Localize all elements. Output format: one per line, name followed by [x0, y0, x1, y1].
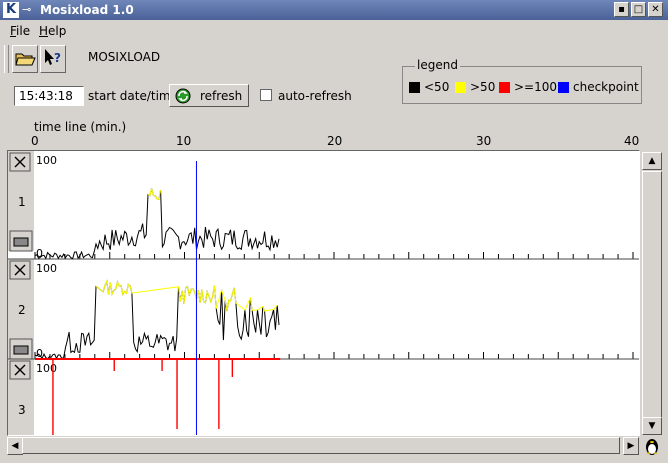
maximize-button[interactable]: □: [631, 2, 646, 17]
legend-swatch-high: [455, 82, 466, 93]
close-button[interactable]: ✕: [648, 2, 663, 17]
title-bar: K ⊸ Mosixload 1.0 ▪ □ ✕: [0, 0, 668, 20]
auto-refresh-checkbox[interactable]: [260, 89, 272, 101]
refresh-button[interactable]: refresh: [169, 84, 249, 107]
legend-label-checkpoint: checkpoint: [573, 80, 639, 94]
menu-file[interactable]: File: [10, 24, 30, 38]
scroll-left-button[interactable]: ◀: [7, 437, 23, 455]
legend-label-low: <50: [424, 80, 450, 94]
kde-app-icon[interactable]: K: [3, 2, 19, 18]
legend-label-high: >50: [470, 80, 496, 94]
timeline-tick-label: 0: [31, 134, 39, 148]
printer-icon: [13, 237, 29, 247]
toolbar-grip[interactable]: [4, 45, 9, 73]
timeline-tick-label: 20: [327, 134, 343, 148]
node-1-high-load-trace: [147, 188, 162, 201]
menu-bar: File Help: [0, 21, 668, 41]
menu-help[interactable]: Help: [39, 24, 66, 38]
legend-label-overload: >=100!: [514, 80, 562, 94]
printer-icon: [13, 345, 29, 355]
horizontal-scroll-thumb[interactable]: [22, 437, 620, 454]
legend-swatch-checkpoint: [558, 82, 569, 93]
whats-this-button[interactable]: ?: [40, 45, 66, 73]
timeline-tick-label: 10: [176, 134, 192, 148]
open-folder-icon: [15, 53, 36, 66]
load-graph: 11000210003100: [8, 151, 639, 435]
minimize-button[interactable]: ▪: [614, 2, 629, 17]
start-date-label: start date/time: [88, 89, 178, 103]
auto-refresh-label: auto-refresh: [278, 89, 352, 103]
timeline-tick-label: 40: [624, 134, 640, 148]
scroll-up-button[interactable]: ▲: [642, 152, 662, 170]
node-id-label: 3: [18, 403, 26, 417]
y-max-label: 100: [36, 154, 57, 167]
window-title: Mosixload 1.0: [40, 3, 134, 17]
vertical-scroll-thumb[interactable]: [642, 171, 662, 418]
refresh-label: refresh: [200, 89, 243, 103]
timeline-tick-label: 30: [476, 134, 492, 148]
legend-title: legend: [415, 58, 460, 72]
node-id-label: 1: [18, 195, 26, 209]
node-graph-area: 1 100 0 2 100 0 3 100: [7, 150, 640, 436]
tux-icon: [641, 436, 663, 456]
legend-box: legend <50 >50 >=100! checkpoint: [402, 58, 642, 104]
y-max-label: 100: [36, 362, 57, 375]
timeline-label: time line (min.): [34, 120, 127, 134]
node-2-load-trace: [34, 279, 280, 360]
node-id-label: 2: [18, 303, 26, 317]
legend-swatch-low: [409, 82, 420, 93]
refresh-icon: [175, 88, 191, 104]
legend-swatch-overload: [499, 82, 510, 93]
svg-text:?: ?: [54, 51, 61, 65]
app-label: MOSIXLOAD: [88, 50, 161, 64]
y-max-label: 100: [36, 262, 57, 275]
scroll-right-button[interactable]: ▶: [623, 437, 639, 455]
scroll-down-button[interactable]: ▼: [642, 417, 662, 435]
open-folder-button[interactable]: [12, 45, 38, 73]
start-time-input[interactable]: [14, 86, 84, 106]
whats-this-icon: ?: [45, 49, 61, 65]
pin-icon[interactable]: ⊸: [22, 3, 31, 16]
